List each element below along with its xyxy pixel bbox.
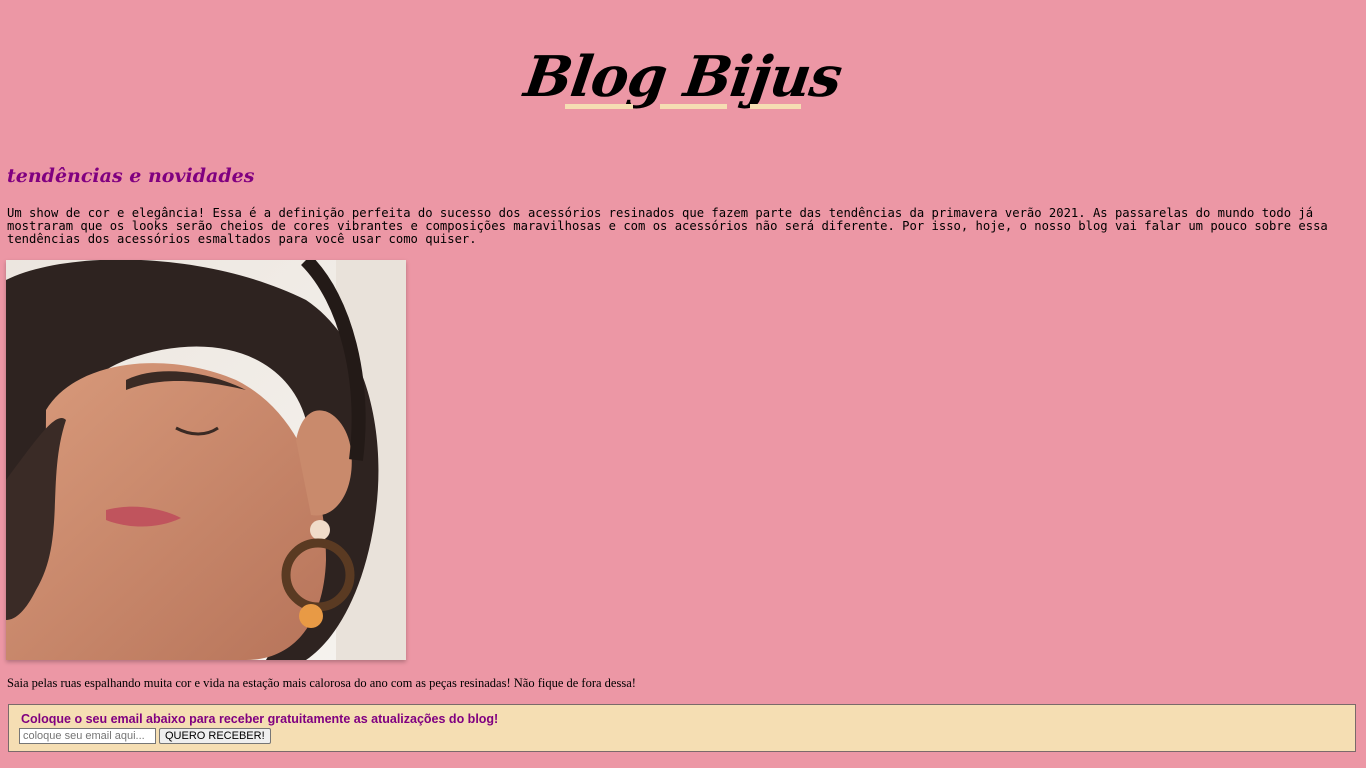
section-title: tendências e novidades <box>7 165 255 187</box>
logo-underline <box>565 104 633 109</box>
newsletter-title: Coloque o seu email abaixo para receber … <box>21 712 499 726</box>
blog-logo: Blog Bijus <box>520 44 846 110</box>
earring-photo <box>6 260 406 660</box>
subscribe-button[interactable]: QUERO RECEBER! <box>159 728 271 744</box>
photo-caption: Saia pelas ruas espalhando muita cor e v… <box>7 676 636 690</box>
logo-underline <box>660 104 727 109</box>
newsletter-form: Coloque o seu email abaixo para receber … <box>8 704 1356 752</box>
email-input[interactable] <box>19 728 156 744</box>
blog-header: Blog Bijus <box>0 42 1366 112</box>
intro-paragraph: Um show de cor e elegância! Essa é a def… <box>7 206 1328 246</box>
logo-underline <box>750 104 801 109</box>
